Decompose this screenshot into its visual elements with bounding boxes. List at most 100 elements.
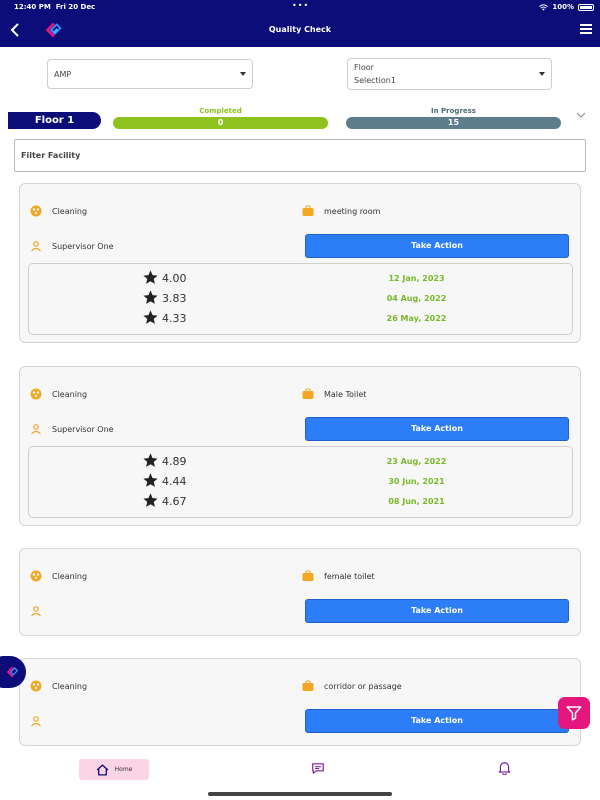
star-icon xyxy=(143,493,158,507)
rating-value: 4.67 xyxy=(162,495,187,508)
hamburger-menu-icon[interactable] xyxy=(580,24,592,34)
user-icon xyxy=(31,606,41,617)
rating-value: 4.44 xyxy=(162,475,187,488)
location-label: Male Toilet xyxy=(324,389,367,399)
category-label: Cleaning xyxy=(52,571,88,581)
category-label: Cleaning xyxy=(52,389,88,399)
floor-select-line2: Selection1 xyxy=(354,76,396,85)
history-row: 4.44 30 Jun, 2021 xyxy=(29,469,574,489)
chevron-down-icon[interactable] xyxy=(576,110,586,120)
category-row: Cleaning xyxy=(30,388,87,400)
nav-home-label: Home xyxy=(114,766,133,773)
status-right: 100% xyxy=(539,3,594,11)
caret-down-icon xyxy=(240,72,246,76)
location-row: meeting room xyxy=(302,205,380,217)
cleaning-category-icon xyxy=(30,570,42,582)
site-select-value: AMP xyxy=(54,69,72,79)
supervisor-row xyxy=(30,605,52,617)
battery-percent: 100% xyxy=(552,3,574,11)
floor-select-line1: Floor xyxy=(354,63,374,72)
history-row: 4.89 23 Aug, 2022 xyxy=(29,449,574,469)
rating-history: 4.89 23 Aug, 2022 4.44 30 Jun, 2021 4.67… xyxy=(28,446,573,518)
briefcase-icon xyxy=(302,570,314,581)
briefcase-icon xyxy=(302,388,314,399)
history-row: 4.00 12 Jan, 2023 xyxy=(29,266,574,286)
floor-tab[interactable]: Floor 1 xyxy=(8,112,101,129)
completed-count: 0 xyxy=(113,117,328,129)
rating-history: 4.00 12 Jan, 2023 3.83 04 Aug, 2022 4.33… xyxy=(28,263,573,335)
category-row: Cleaning xyxy=(30,680,87,692)
cleaning-category-icon xyxy=(30,205,42,217)
facility-card: Cleaning Male Toilet Supervisor One Take… xyxy=(19,366,581,526)
status-bar: 12:40 PM Fri 20 Dec ••• 100% xyxy=(0,0,600,14)
history-row: 3.83 04 Aug, 2022 xyxy=(29,286,574,306)
home-indicator xyxy=(208,792,392,796)
star-icon xyxy=(143,310,158,324)
star-icon xyxy=(143,290,158,304)
in-progress-progress: In Progress 15 xyxy=(346,107,561,129)
location-label: female toilet xyxy=(324,571,375,581)
filter-facility-input[interactable] xyxy=(14,139,586,172)
category-label: Cleaning xyxy=(52,681,88,691)
take-action-button[interactable]: Take Action xyxy=(305,234,569,258)
cleaning-category-icon xyxy=(30,388,42,400)
briefcase-icon xyxy=(302,205,314,216)
rating-date: 12 Jan, 2023 xyxy=(388,274,445,283)
in-progress-label: In Progress xyxy=(431,107,476,115)
take-action-button[interactable]: Take Action xyxy=(305,709,569,733)
completed-progress: Completed 0 xyxy=(113,107,328,129)
category-row: Cleaning xyxy=(30,570,87,582)
wifi-icon xyxy=(539,3,549,11)
floor-select[interactable]: Floor Selection1 xyxy=(347,58,552,90)
location-label: meeting room xyxy=(324,206,381,216)
filter-fab-button[interactable] xyxy=(558,697,590,729)
rating-date: 04 Aug, 2022 xyxy=(386,294,447,303)
chat-bubble-icon[interactable] xyxy=(311,762,325,775)
user-icon xyxy=(31,241,41,252)
supervisor-label: Supervisor One xyxy=(52,424,114,434)
cleaning-category-icon xyxy=(30,680,42,692)
star-icon xyxy=(143,473,158,487)
location-label: corridor or passage xyxy=(324,681,402,691)
location-row: Male Toilet xyxy=(302,388,366,400)
rating-value: 3.83 xyxy=(162,292,187,305)
star-icon xyxy=(143,270,158,284)
supervisor-row: Supervisor One xyxy=(30,240,114,252)
rating-date: 26 May, 2022 xyxy=(386,314,447,323)
funnel-filter-icon xyxy=(566,706,582,721)
completed-label: Completed xyxy=(199,107,242,115)
take-action-button[interactable]: Take Action xyxy=(305,599,569,623)
supervisor-row xyxy=(30,715,52,727)
bell-notification-icon[interactable] xyxy=(498,761,511,775)
category-label: Cleaning xyxy=(52,206,88,216)
category-row: Cleaning xyxy=(30,205,87,217)
facility-card: Cleaning corridor or passage Take Action xyxy=(19,658,581,746)
caret-down-icon xyxy=(539,72,545,76)
site-select[interactable]: AMP xyxy=(47,59,253,89)
multitasking-dots-icon[interactable]: ••• xyxy=(292,1,309,10)
user-icon xyxy=(31,716,41,727)
rating-date: 23 Aug, 2022 xyxy=(386,457,447,466)
supervisor-label: Supervisor One xyxy=(52,241,114,251)
rating-value: 4.00 xyxy=(162,272,187,285)
rating-value: 4.89 xyxy=(162,455,187,468)
battery-icon xyxy=(578,3,594,11)
facility-card: Cleaning female toilet Take Action xyxy=(19,548,581,636)
rating-date: 08 Jun, 2021 xyxy=(388,497,445,506)
bottom-nav: Home xyxy=(0,752,600,800)
briefcase-icon xyxy=(302,680,314,691)
facility-card: Cleaning meeting room Supervisor One Tak… xyxy=(19,183,581,343)
star-icon xyxy=(143,453,158,467)
history-row: 4.33 26 May, 2022 xyxy=(29,306,574,326)
app-logo-icon xyxy=(6,666,19,678)
home-icon xyxy=(96,763,108,776)
user-icon xyxy=(31,424,41,435)
supervisor-row: Supervisor One xyxy=(30,423,114,435)
rating-date: 30 Jun, 2021 xyxy=(388,477,445,486)
rating-value: 4.33 xyxy=(162,312,187,325)
location-row: corridor or passage xyxy=(302,680,402,692)
take-action-button[interactable]: Take Action xyxy=(305,417,569,441)
nav-home-button[interactable]: Home xyxy=(79,759,149,780)
in-progress-count: 15 xyxy=(346,117,561,129)
location-row: female toilet xyxy=(302,570,375,582)
